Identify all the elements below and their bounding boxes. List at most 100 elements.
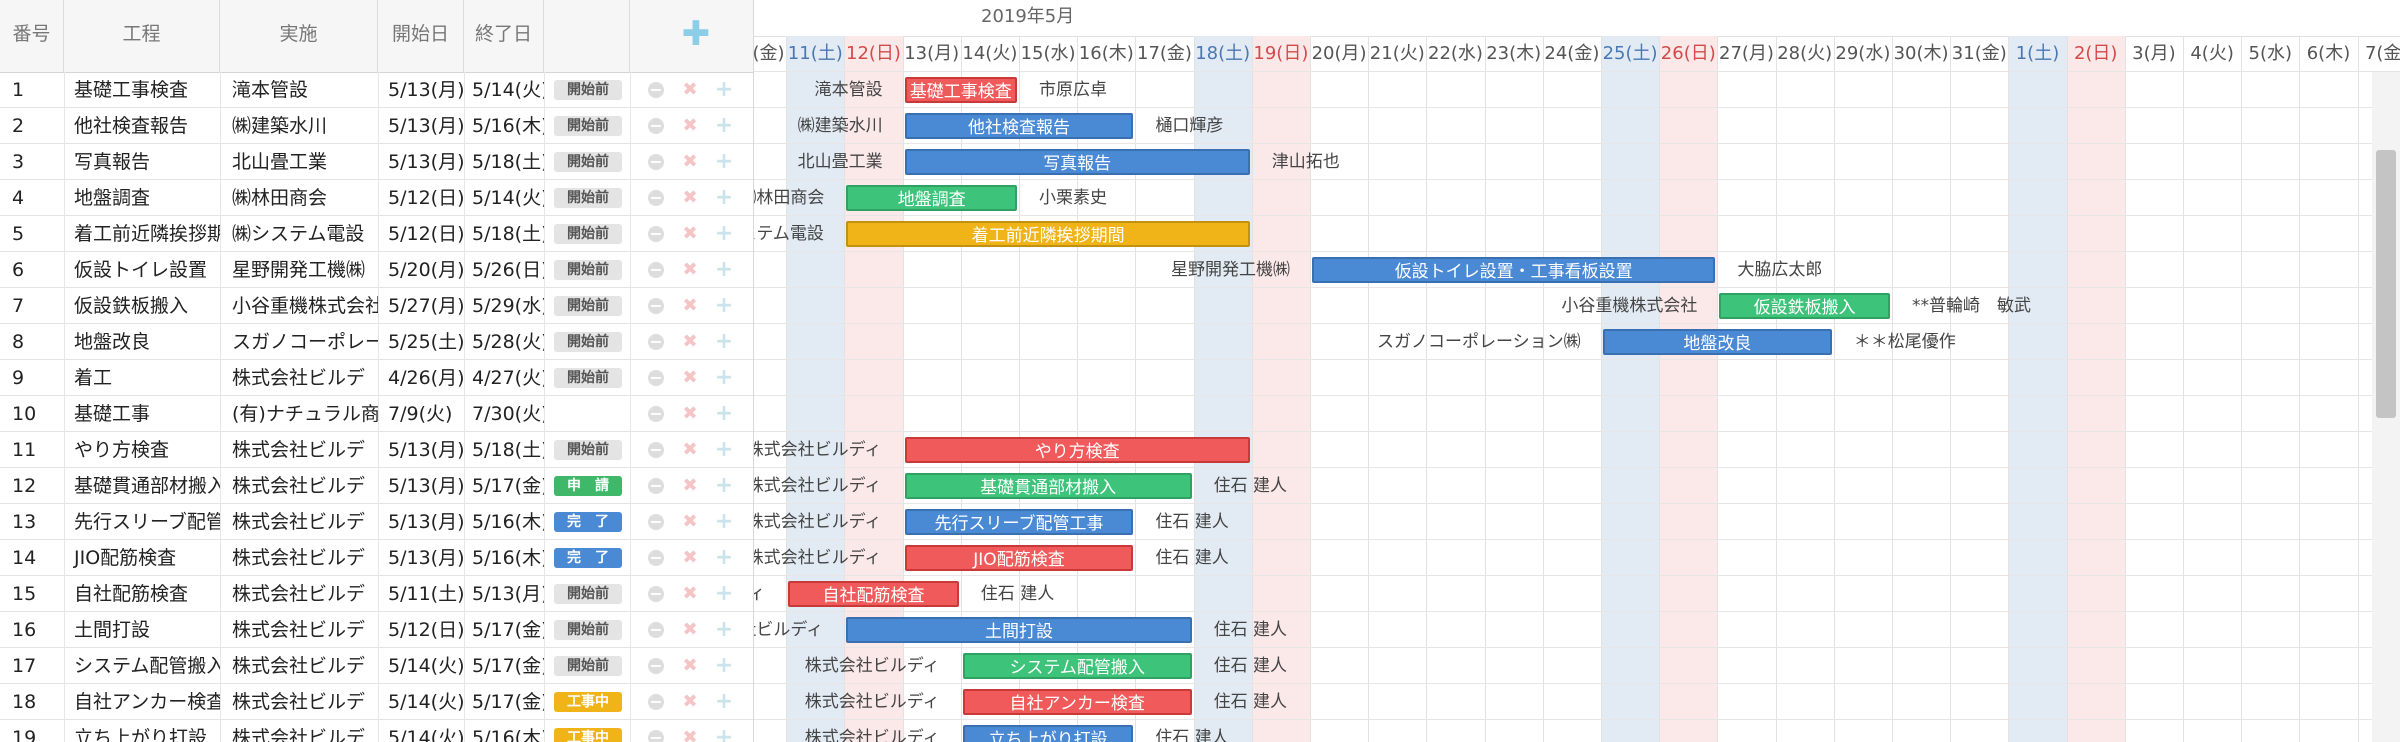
- cell-vendor[interactable]: ㈱システム電設: [220, 216, 378, 252]
- cell-vendor[interactable]: 株式会社ビルデ: [220, 612, 378, 648]
- cell-end-date[interactable]: 5/16(木): [464, 504, 544, 540]
- table-row[interactable]: 5 着工前近隣挨拶期 ㈱システム電設 5/12(日) 5/18(土) 開始前 − ✖ +: [0, 216, 753, 252]
- cell-vendor[interactable]: ㈱建築水川: [220, 108, 378, 144]
- header-end[interactable]: 終了日: [464, 0, 544, 72]
- minus-circle-icon[interactable]: −: [646, 656, 666, 676]
- plus-icon[interactable]: +: [714, 403, 734, 425]
- gantt-bar[interactable]: JIO配筋検査: [904, 545, 1134, 571]
- minus-circle-icon[interactable]: −: [646, 620, 666, 640]
- cell-vendor[interactable]: 株式会社ビルデ: [220, 504, 378, 540]
- table-row[interactable]: 1 基礎工事検査 滝本管設 5/13(月) 5/14(火) 開始前 − ✖ +: [0, 72, 753, 108]
- status-badge[interactable]: 開始前: [554, 80, 622, 100]
- cell-start-date[interactable]: 5/13(月): [378, 432, 464, 468]
- close-x-icon[interactable]: ✖: [680, 368, 700, 388]
- table-row[interactable]: 9 着工 株式会社ビルデ 4/26(月) 4/27(火) 開始前 − ✖ +: [0, 360, 753, 396]
- close-x-icon[interactable]: ✖: [680, 440, 700, 460]
- minus-circle-icon[interactable]: −: [646, 368, 666, 388]
- minus-circle-icon[interactable]: −: [646, 548, 666, 568]
- cell-start-date[interactable]: 5/13(月): [378, 540, 464, 576]
- cell-vendor[interactable]: (有)ナチュラル商: [220, 396, 378, 432]
- status-badge[interactable]: 開始前: [554, 440, 622, 460]
- plus-icon[interactable]: +: [714, 115, 734, 137]
- table-row[interactable]: 3 写真報告 北山畳工業 5/13(月) 5/18(土) 開始前 − ✖ +: [0, 144, 753, 180]
- close-x-icon[interactable]: ✖: [680, 188, 700, 208]
- table-row[interactable]: 4 地盤調査 ㈱林田商会 5/12(日) 5/14(火) 開始前 − ✖ +: [0, 180, 753, 216]
- cell-end-date[interactable]: 5/14(火): [464, 180, 544, 216]
- header-process[interactable]: 工程: [64, 0, 220, 72]
- gantt-bar[interactable]: 仮設鉄板搬入: [1719, 293, 1890, 319]
- plus-icon[interactable]: +: [714, 655, 734, 677]
- minus-circle-icon[interactable]: −: [646, 80, 666, 100]
- table-row[interactable]: 10 基礎工事 (有)ナチュラル商 7/9(火) 7/30(火) − ✖ +: [0, 396, 753, 432]
- gantt-bar[interactable]: システム配管搬入: [962, 653, 1192, 679]
- cell-process[interactable]: 基礎工事: [64, 396, 220, 432]
- gantt-bar[interactable]: 自社配筋検査: [788, 581, 959, 607]
- cell-start-date[interactable]: 5/13(月): [378, 504, 464, 540]
- gantt-bar[interactable]: 写真報告: [904, 149, 1250, 175]
- table-row[interactable]: 14 JIO配筋検査 株式会社ビルデ 5/13(月) 5/16(木) 完 了 − ✖ +: [0, 540, 753, 576]
- cell-start-date[interactable]: 5/11(土): [378, 576, 464, 612]
- gantt-bar[interactable]: やり方検査: [904, 437, 1250, 463]
- cell-vendor[interactable]: 株式会社ビルデ: [220, 684, 378, 720]
- minus-circle-icon[interactable]: −: [646, 728, 666, 742]
- status-badge[interactable]: 工事中: [554, 692, 622, 712]
- header-vendor[interactable]: 実施: [220, 0, 378, 72]
- cell-process[interactable]: 地盤改良: [64, 324, 220, 360]
- minus-circle-icon[interactable]: −: [646, 332, 666, 352]
- status-badge[interactable]: 工事中: [554, 728, 622, 742]
- cell-process[interactable]: システム配管搬入: [64, 648, 220, 684]
- cell-start-date[interactable]: 4/26(月): [378, 360, 464, 396]
- table-row[interactable]: 12 基礎貫通部材搬入 株式会社ビルデ 5/13(月) 5/17(金) 申 請 − ✖ +: [0, 468, 753, 504]
- cell-process[interactable]: 基礎貫通部材搬入: [64, 468, 220, 504]
- minus-circle-icon[interactable]: −: [646, 404, 666, 424]
- cell-vendor[interactable]: スガノコーポレー: [220, 324, 378, 360]
- close-x-icon[interactable]: ✖: [680, 152, 700, 172]
- cell-vendor[interactable]: 星野開発工機㈱: [220, 252, 378, 288]
- cell-start-date[interactable]: 5/13(月): [378, 72, 464, 108]
- close-x-icon[interactable]: ✖: [680, 584, 700, 604]
- cell-process[interactable]: 自社アンカー検査: [64, 684, 220, 720]
- close-x-icon[interactable]: ✖: [680, 296, 700, 316]
- cell-process[interactable]: 他社検査報告: [64, 108, 220, 144]
- cell-process[interactable]: 仮設トイレ設置: [64, 252, 220, 288]
- cell-vendor[interactable]: 株式会社ビルデ: [220, 432, 378, 468]
- status-badge[interactable]: 開始前: [554, 620, 622, 640]
- cell-end-date[interactable]: 5/18(土): [464, 432, 544, 468]
- plus-icon[interactable]: +: [714, 331, 734, 353]
- cell-end-date[interactable]: 5/18(土): [464, 216, 544, 252]
- cell-start-date[interactable]: 5/13(月): [378, 108, 464, 144]
- close-x-icon[interactable]: ✖: [680, 512, 700, 532]
- cell-vendor[interactable]: 株式会社ビルデ: [220, 576, 378, 612]
- cell-vendor[interactable]: 株式会社ビルデ: [220, 720, 378, 742]
- plus-icon[interactable]: +: [714, 727, 734, 742]
- cell-process[interactable]: 着工: [64, 360, 220, 396]
- cell-end-date[interactable]: 5/17(金): [464, 468, 544, 504]
- plus-icon[interactable]: +: [714, 511, 734, 533]
- gantt-bar[interactable]: 基礎工事検査: [904, 77, 1017, 103]
- close-x-icon[interactable]: ✖: [680, 260, 700, 280]
- gantt-bar[interactable]: 着工前近隣挨拶期間: [846, 221, 1250, 247]
- close-x-icon[interactable]: ✖: [680, 692, 700, 712]
- minus-circle-icon[interactable]: −: [646, 440, 666, 460]
- table-row[interactable]: 6 仮設トイレ設置 星野開発工機㈱ 5/20(月) 5/26(日) 開始前 − ✖ +: [0, 252, 753, 288]
- close-x-icon[interactable]: ✖: [680, 656, 700, 676]
- cell-end-date[interactable]: 7/30(火): [464, 396, 544, 432]
- cell-vendor[interactable]: 株式会社ビルデ: [220, 360, 378, 396]
- cell-start-date[interactable]: 5/20(月): [378, 252, 464, 288]
- table-row[interactable]: 16 土間打設 株式会社ビルデ 5/12(日) 5/17(金) 開始前 − ✖ +: [0, 612, 753, 648]
- cell-end-date[interactable]: 5/17(金): [464, 684, 544, 720]
- status-badge[interactable]: 開始前: [554, 656, 622, 676]
- minus-circle-icon[interactable]: −: [646, 584, 666, 604]
- minus-circle-icon[interactable]: −: [646, 692, 666, 712]
- status-badge[interactable]: 申 請: [554, 476, 622, 496]
- plus-icon[interactable]: +: [714, 547, 734, 569]
- cell-end-date[interactable]: 5/28(火): [464, 324, 544, 360]
- plus-icon[interactable]: +: [714, 79, 734, 101]
- status-badge[interactable]: 開始前: [554, 116, 622, 136]
- status-badge[interactable]: 開始前: [554, 296, 622, 316]
- minus-circle-icon[interactable]: −: [646, 152, 666, 172]
- plus-icon[interactable]: +: [714, 295, 734, 317]
- cell-process[interactable]: 自社配筋検査: [64, 576, 220, 612]
- cell-end-date[interactable]: 5/16(木): [464, 540, 544, 576]
- table-row[interactable]: 15 自社配筋検査 株式会社ビルデ 5/11(土) 5/13(月) 開始前 − ✖ +: [0, 576, 753, 612]
